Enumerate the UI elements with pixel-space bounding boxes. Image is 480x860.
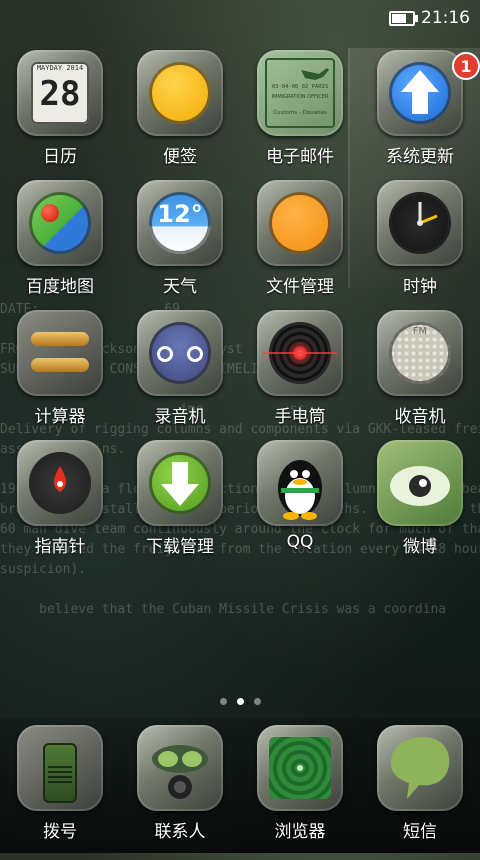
radio-text: FM xyxy=(412,326,428,337)
dock-contacts[interactable]: 联系人 xyxy=(120,725,240,845)
clock-icon xyxy=(377,180,463,266)
notification-badge: 1 xyxy=(452,52,480,80)
page-dot[interactable] xyxy=(236,698,244,705)
app-label: 指南针 xyxy=(34,537,86,557)
chat-bubble-icon xyxy=(391,737,450,799)
app-baidu-map[interactable]: 百度地图 xyxy=(0,180,120,310)
recorder-icon xyxy=(137,310,223,396)
qq-icon xyxy=(257,440,343,526)
app-label: 百度地图 xyxy=(26,277,94,297)
phone-icon xyxy=(17,725,103,811)
download-icon xyxy=(137,440,223,526)
calendar-icon: MAYDAY 2014 28 xyxy=(17,50,103,136)
app-label: 收音机 xyxy=(394,407,446,427)
app-grid: MAYDAY 2014 28 日历 便签 03-04-06 02 PARIS I… xyxy=(0,50,480,570)
app-qq[interactable]: QQ xyxy=(240,440,360,570)
app-label: 电子邮件 xyxy=(266,147,334,167)
app-label: 联系人 xyxy=(154,822,206,842)
page-dot[interactable] xyxy=(219,698,227,705)
dock-phone[interactable]: 拨号 xyxy=(0,725,120,845)
status-time: 21:16 xyxy=(421,8,470,28)
app-label: QQ xyxy=(286,532,314,552)
system-update-icon xyxy=(377,50,463,136)
dock-sms[interactable]: 短信 xyxy=(360,725,480,845)
arrow-up-icon xyxy=(401,70,439,114)
sms-icon xyxy=(377,725,463,811)
app-label: 下载管理 xyxy=(146,537,214,557)
compass-icon xyxy=(17,440,103,526)
app-label: 短信 xyxy=(403,822,437,842)
app-calculator[interactable]: 计算器 xyxy=(0,310,120,440)
folder-icon xyxy=(257,180,343,266)
app-label: 系统更新 xyxy=(386,147,454,167)
flashlight-icon xyxy=(257,310,343,396)
app-clock[interactable]: 时钟 xyxy=(360,180,480,310)
app-file-manager[interactable]: 文件管理 xyxy=(240,180,360,310)
dock-browser[interactable]: 浏览器 xyxy=(240,725,360,845)
app-notes[interactable]: 便签 xyxy=(120,50,240,180)
app-weibo[interactable]: 微博 xyxy=(360,440,480,570)
eye-icon xyxy=(390,466,450,506)
calendar-month: MAYDAY 2014 xyxy=(36,64,84,72)
app-label: 浏览器 xyxy=(274,822,326,842)
weather-icon: 12° xyxy=(137,180,223,266)
app-recorder[interactable]: 录音机 xyxy=(120,310,240,440)
arrow-down-icon xyxy=(161,462,199,506)
page-indicator xyxy=(0,698,480,705)
app-label: 手电筒 xyxy=(274,407,326,427)
app-label: 拨号 xyxy=(43,822,77,842)
app-label: 日历 xyxy=(43,147,77,167)
needle-icon xyxy=(53,466,67,492)
battery-icon xyxy=(389,10,418,26)
app-flashlight[interactable]: 手电筒 xyxy=(240,310,360,440)
weibo-icon xyxy=(377,440,463,526)
app-label: 天气 xyxy=(163,277,197,297)
app-label: 文件管理 xyxy=(266,277,334,297)
email-icon: 03-04-06 02 PARIS IMMIGRATION OFFICER Cu… xyxy=(257,50,343,136)
clock-hands-icon xyxy=(417,202,438,226)
gas-mask-icon xyxy=(152,745,208,799)
browser-icon xyxy=(257,725,343,811)
app-download-manager[interactable]: 下载管理 xyxy=(120,440,240,570)
status-bar: 21:16 xyxy=(0,0,480,36)
app-weather[interactable]: 12° 天气 xyxy=(120,180,240,310)
app-system-update[interactable]: 1 系统更新 xyxy=(360,50,480,180)
calculator-icon xyxy=(17,310,103,396)
app-label: 计算器 xyxy=(34,407,86,427)
contacts-icon xyxy=(137,725,223,811)
app-email[interactable]: 03-04-06 02 PARIS IMMIGRATION OFFICER Cu… xyxy=(240,50,360,180)
calendar-day: 28 xyxy=(39,74,81,114)
app-label: 录音机 xyxy=(154,407,206,427)
app-compass[interactable]: 指南针 xyxy=(0,440,120,570)
app-label: 微博 xyxy=(403,537,437,557)
radio-icon: FM xyxy=(377,310,463,396)
notes-icon xyxy=(137,50,223,136)
dock: 拨号 联系人 浏览器 短信 xyxy=(0,725,480,845)
app-calendar[interactable]: MAYDAY 2014 28 日历 xyxy=(0,50,120,180)
app-label: 时钟 xyxy=(403,277,437,297)
penguin-icon xyxy=(278,460,322,520)
weather-temperature: 12° xyxy=(157,200,203,228)
map-icon xyxy=(17,180,103,266)
page-dot[interactable] xyxy=(253,698,261,705)
app-label: 便签 xyxy=(163,147,197,167)
airplane-icon xyxy=(301,68,329,80)
app-radio[interactable]: FM 收音机 xyxy=(360,310,480,440)
